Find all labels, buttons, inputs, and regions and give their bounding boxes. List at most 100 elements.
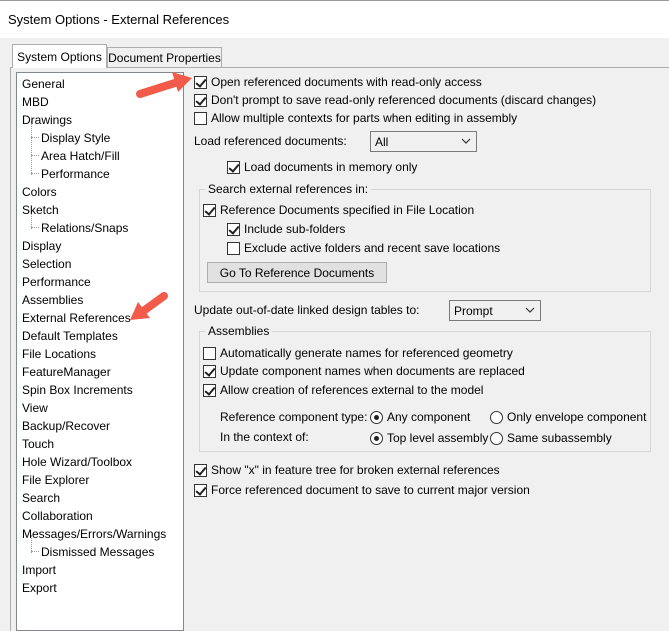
file-location-label: Reference Documents specified in File Lo… bbox=[220, 203, 475, 217]
tree-item-messages-errors-warnings[interactable]: Messages/Errors/Warnings bbox=[22, 525, 166, 543]
show-x-option[interactable]: Show "x" in feature tree for broken exte… bbox=[194, 462, 500, 478]
update-names-checkbox[interactable] bbox=[203, 364, 216, 378]
tree-item-mbd[interactable]: MBD bbox=[22, 93, 49, 111]
chevron-down-icon bbox=[461, 138, 471, 144]
title-bar: System Options - External References bbox=[0, 0, 669, 38]
tree-connector bbox=[31, 155, 39, 156]
tree-item-backup-recover[interactable]: Backup/Recover bbox=[22, 417, 110, 435]
design-tables-value: Prompt bbox=[454, 303, 493, 318]
tab-document-properties[interactable]: Document Properties bbox=[107, 47, 222, 68]
radio-same-subassembly[interactable]: Same subassembly bbox=[490, 430, 612, 446]
tree-item-external-references[interactable]: External References bbox=[22, 309, 131, 327]
tree-item-drawings-performance[interactable]: Performance bbox=[41, 165, 110, 183]
update-names-label: Update component names when documents ar… bbox=[220, 364, 525, 378]
sub-folders-label: Include sub-folders bbox=[244, 222, 346, 236]
load-memory-label: Load documents in memory only bbox=[244, 160, 418, 174]
dont-prompt-option[interactable]: Don't prompt to save read-only reference… bbox=[194, 92, 596, 108]
tree-item-file-locations[interactable]: File Locations bbox=[22, 345, 96, 363]
tree-item-view[interactable]: View bbox=[22, 399, 48, 417]
force-save-checkbox[interactable] bbox=[194, 483, 207, 497]
tree-item-file-explorer[interactable]: File Explorer bbox=[22, 471, 89, 489]
sub-folders-checkbox[interactable] bbox=[227, 222, 240, 236]
ref-type-label: Reference component type: bbox=[220, 410, 368, 424]
tree-connector bbox=[31, 121, 32, 175]
top-level-assembly-radio[interactable] bbox=[370, 431, 383, 445]
exclude-active-label: Exclude active folders and recent save l… bbox=[244, 241, 501, 255]
force-save-option[interactable]: Force referenced document to save to cur… bbox=[194, 482, 530, 498]
tree-item-export[interactable]: Export bbox=[22, 579, 57, 597]
tree-item-area-hatch-fill[interactable]: Area Hatch/Fill bbox=[41, 147, 120, 165]
sub-folders-option[interactable]: Include sub-folders bbox=[227, 221, 345, 237]
tree-connector bbox=[31, 227, 39, 228]
goto-reference-documents-button[interactable]: Go To Reference Documents bbox=[207, 262, 387, 283]
assemblies-title: Assemblies bbox=[205, 323, 273, 339]
tree-item-spin-box-increments[interactable]: Spin Box Increments bbox=[22, 381, 133, 399]
load-referenced-value: All bbox=[375, 134, 389, 149]
load-memory-option[interactable]: Load documents in memory only bbox=[227, 159, 417, 175]
allow-external-option[interactable]: Allow creation of references external to… bbox=[203, 382, 483, 398]
tree-item-general[interactable]: General bbox=[22, 75, 65, 93]
any-component-label: Any component bbox=[387, 410, 471, 424]
tree-item-display[interactable]: Display bbox=[22, 237, 61, 255]
tree-connector bbox=[31, 173, 39, 174]
exclude-active-checkbox[interactable] bbox=[227, 241, 240, 255]
allow-external-label: Allow creation of references external to… bbox=[220, 383, 484, 397]
multiple-contexts-label: Allow multiple contexts for parts when e… bbox=[211, 111, 518, 125]
auto-names-label: Automatically generate names for referen… bbox=[220, 346, 513, 360]
context-label: In the context of: bbox=[220, 430, 309, 444]
tree-item-dismissed-messages[interactable]: Dismissed Messages bbox=[41, 543, 154, 561]
design-tables-label: Update out-of-date linked design tables … bbox=[194, 303, 420, 317]
exclude-active-option[interactable]: Exclude active folders and recent save l… bbox=[227, 240, 500, 256]
envelope-component-radio[interactable] bbox=[490, 410, 503, 424]
tree-item-hole-wizard-toolbox[interactable]: Hole Wizard/Toolbox bbox=[22, 453, 132, 471]
update-names-option[interactable]: Update component names when documents ar… bbox=[203, 363, 525, 379]
load-referenced-select[interactable]: All bbox=[370, 131, 477, 152]
top-level-assembly-label: Top level assembly bbox=[387, 431, 489, 445]
annotation-arrow-icon bbox=[130, 292, 168, 320]
search-references-title: Search external references in: bbox=[205, 181, 372, 197]
auto-names-checkbox[interactable] bbox=[203, 346, 216, 360]
tree-connector bbox=[31, 551, 39, 552]
tree-connector bbox=[31, 137, 39, 138]
tab-system-options[interactable]: System Options bbox=[12, 44, 107, 68]
tree-item-performance[interactable]: Performance bbox=[22, 273, 91, 291]
tree-item-featuremanager[interactable]: FeatureManager bbox=[22, 363, 111, 381]
dont-prompt-label: Don't prompt to save read-only reference… bbox=[211, 93, 597, 107]
force-save-label: Force referenced document to save to cur… bbox=[211, 483, 530, 497]
open-readonly-label: Open referenced documents with read-only… bbox=[211, 75, 482, 89]
multiple-contexts-checkbox[interactable] bbox=[194, 111, 207, 125]
tree-item-touch[interactable]: Touch bbox=[22, 435, 54, 453]
tree-item-drawings[interactable]: Drawings bbox=[22, 111, 72, 129]
same-subassembly-radio[interactable] bbox=[490, 431, 503, 445]
show-x-label: Show "x" in feature tree for broken exte… bbox=[211, 463, 500, 477]
show-x-checkbox[interactable] bbox=[194, 463, 207, 477]
multiple-contexts-option[interactable]: Allow multiple contexts for parts when e… bbox=[194, 110, 517, 126]
annotation-arrow-icon bbox=[136, 72, 192, 98]
radio-any-component[interactable]: Any component bbox=[370, 409, 470, 425]
radio-envelope-component[interactable]: Only envelope component bbox=[490, 409, 646, 425]
tree-item-selection[interactable]: Selection bbox=[22, 255, 71, 273]
auto-names-option[interactable]: Automatically generate names for referen… bbox=[203, 345, 513, 361]
tree-item-assemblies[interactable]: Assemblies bbox=[22, 291, 83, 309]
options-tree[interactable]: General MBD Drawings Display Style Area … bbox=[16, 72, 184, 631]
window-title: System Options - External References bbox=[8, 12, 230, 27]
file-location-checkbox[interactable] bbox=[203, 203, 216, 217]
open-readonly-option[interactable]: Open referenced documents with read-only… bbox=[194, 74, 482, 90]
tree-item-relations-snaps[interactable]: Relations/Snaps bbox=[41, 219, 128, 237]
same-subassembly-label: Same subassembly bbox=[507, 431, 612, 445]
any-component-radio[interactable] bbox=[370, 410, 383, 424]
tree-item-search[interactable]: Search bbox=[22, 489, 60, 507]
tree-item-colors[interactable]: Colors bbox=[22, 183, 57, 201]
allow-external-checkbox[interactable] bbox=[203, 383, 216, 397]
chevron-down-icon bbox=[525, 307, 535, 313]
tree-item-default-templates[interactable]: Default Templates bbox=[22, 327, 118, 345]
load-memory-checkbox[interactable] bbox=[227, 160, 240, 174]
radio-top-level-assembly[interactable]: Top level assembly bbox=[370, 430, 488, 446]
design-tables-select[interactable]: Prompt bbox=[449, 300, 541, 321]
file-location-option[interactable]: Reference Documents specified in File Lo… bbox=[203, 202, 474, 218]
tree-item-display-style[interactable]: Display Style bbox=[41, 129, 110, 147]
envelope-component-label: Only envelope component bbox=[507, 410, 647, 424]
tree-item-collaboration[interactable]: Collaboration bbox=[22, 507, 93, 525]
tree-item-sketch[interactable]: Sketch bbox=[22, 201, 59, 219]
tree-item-import[interactable]: Import bbox=[22, 561, 56, 579]
